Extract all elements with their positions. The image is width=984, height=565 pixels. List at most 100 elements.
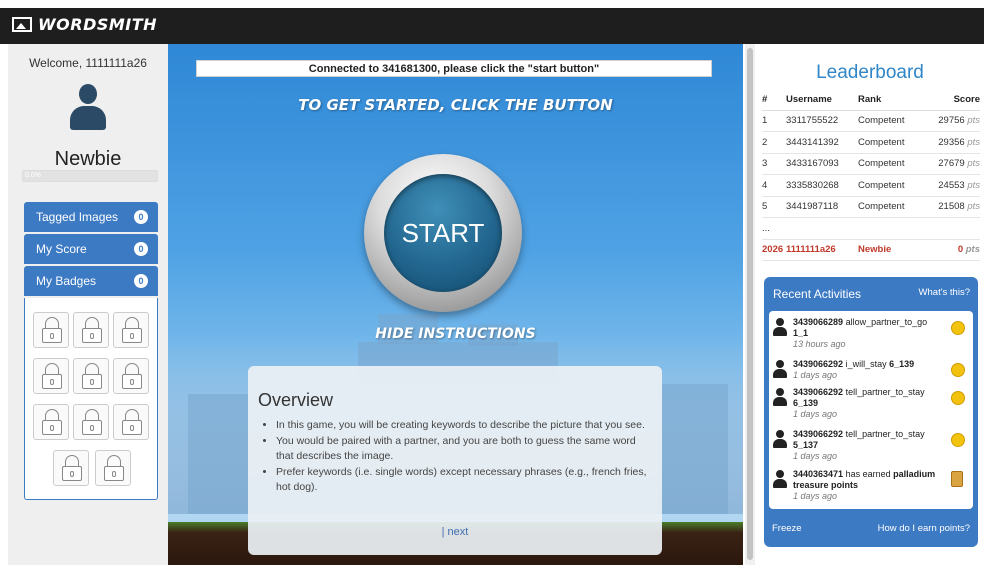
rank-number: 2 — [762, 131, 786, 154]
lock-icon[interactable] — [33, 312, 69, 348]
username: 3441987118 — [786, 196, 858, 218]
username: 3311755522 — [786, 110, 858, 132]
profile-sidebar: Welcome, 1111111a26 Newbie 0.0% Tagged I… — [8, 44, 168, 565]
score-cell: 24553 pts — [922, 174, 980, 197]
lock-icon[interactable] — [113, 312, 149, 348]
game-area: Connected to 341681300, please click the… — [168, 44, 743, 565]
score-cell: 29356 pts — [922, 131, 980, 154]
instruction-item: You would be paired with a partner, and … — [276, 434, 656, 464]
table-row: 2 3443141392 Competent 29356 pts — [762, 131, 980, 154]
coin-icon — [951, 321, 965, 335]
username: 3443141392 — [786, 131, 858, 154]
recent-activities-panel: Recent Activities What's this? 343906628… — [764, 277, 978, 547]
menu-my-score[interactable]: My Score 0 — [24, 234, 158, 264]
start-button[interactable]: START — [364, 154, 522, 312]
lock-icon[interactable] — [73, 358, 109, 394]
count-badge: 0 — [134, 274, 148, 288]
count-badge: 0 — [134, 210, 148, 224]
scrollbar-thumb[interactable] — [747, 48, 753, 560]
coin-icon — [951, 433, 965, 447]
menu-label: My Score — [36, 242, 87, 256]
freeze-link[interactable]: Freeze — [772, 523, 802, 534]
right-panel: Leaderboard # Username Rank Score 1 3311… — [756, 44, 984, 565]
activity-list: 3439066289 allow_partner_to_go 1_1 13 hou… — [769, 311, 973, 509]
recent-activities-title: Recent Activities — [773, 287, 862, 301]
user-icon — [773, 470, 787, 488]
progress-label: 0.0% — [25, 172, 41, 179]
app-logo[interactable]: WORDSMITH — [12, 15, 157, 34]
avatar — [70, 84, 106, 130]
table-header: # Username Rank Score — [762, 90, 980, 111]
menu-tagged-images[interactable]: Tagged Images 0 — [24, 202, 158, 232]
rank-cell: Competent — [858, 174, 922, 197]
overview-title: Overview — [258, 390, 334, 410]
app-title: WORDSMITH — [38, 15, 158, 34]
whats-this-link[interactable]: What's this? — [919, 287, 970, 298]
user-icon — [773, 388, 787, 406]
start-prompt: TO GET STARTED, CLICK THE BUTTON — [298, 96, 613, 114]
rank-number: 5 — [762, 196, 786, 218]
start-button-label: START — [384, 174, 502, 292]
rank-number: 2026 — [762, 239, 786, 261]
menu-label: My Badges — [36, 274, 97, 288]
scrollbar[interactable] — [745, 44, 755, 565]
lock-icon[interactable] — [53, 450, 89, 486]
table-row: 3 3433167093 Competent 27679 pts — [762, 153, 980, 175]
count-badge: 0 — [134, 242, 148, 256]
ellipsis-row: ... — [762, 217, 980, 240]
rank-cell: Competent — [858, 153, 922, 175]
leaderboard-title: Leaderboard — [816, 62, 924, 83]
current-user-row: 2026 1111111a26 Newbie 0 pts — [762, 239, 980, 261]
lock-icon[interactable] — [33, 358, 69, 394]
lock-icon[interactable] — [33, 404, 69, 440]
welcome-text: Welcome, 1111111a26 — [29, 56, 147, 70]
connection-status: Connected to 341681300, please click the… — [196, 60, 712, 77]
table-row: 1 3311755522 Competent 29756 pts — [762, 110, 980, 132]
treasure-icon — [951, 471, 963, 487]
rank-number: 3 — [762, 153, 786, 175]
rank-progress-bar: 0.0% — [22, 170, 158, 182]
image-icon — [12, 17, 32, 32]
column-header: Username — [786, 90, 858, 111]
score-cell: 29756 pts — [922, 110, 980, 132]
hide-instructions-link[interactable]: HIDE INSTRUCTIONS — [168, 326, 743, 342]
rank-number: 1 — [762, 110, 786, 132]
username: 1111111a26 — [786, 239, 858, 261]
lock-icon[interactable] — [113, 404, 149, 440]
list-item: 3439066289 allow_partner_to_go 1_1 13 hou… — [773, 317, 969, 350]
badges-grid — [24, 298, 158, 500]
lock-icon[interactable] — [73, 312, 109, 348]
user-rank: Newbie — [54, 148, 122, 170]
next-link[interactable]: | next — [248, 526, 662, 538]
rank-cell: Competent — [858, 110, 922, 132]
menu-label: Tagged Images — [36, 210, 119, 224]
list-item: 3439066292 tell_partner_to_stay 5_137 1 d… — [773, 429, 969, 462]
list-item: 3439066292 i_will_stay 6_139 1 days ago — [773, 359, 969, 381]
score-cell: 27679 pts — [922, 153, 980, 175]
lock-icon[interactable] — [73, 404, 109, 440]
how-to-earn-link[interactable]: How do I earn points? — [878, 523, 970, 534]
coin-icon — [951, 391, 965, 405]
column-header: # — [762, 90, 786, 111]
user-icon — [773, 430, 787, 448]
list-item: 3440363471 has earned palladium treasure… — [773, 469, 969, 502]
table-row: 5 3441987118 Competent 21508 pts — [762, 196, 980, 218]
rank-cell: Competent — [858, 196, 922, 218]
rank-cell: Newbie — [858, 239, 922, 261]
lock-icon[interactable] — [95, 450, 131, 486]
menu-my-badges[interactable]: My Badges 0 — [24, 266, 158, 296]
user-icon — [773, 318, 787, 336]
top-bar: WORDSMITH — [0, 8, 984, 44]
rank-cell: Competent — [858, 131, 922, 154]
user-icon — [773, 360, 787, 378]
lock-icon[interactable] — [113, 358, 149, 394]
list-item: 3439066292 tell_partner_to_stay 6_139 1 d… — [773, 387, 969, 420]
table-row: 4 3335830268 Competent 24553 pts — [762, 174, 980, 197]
score-cell: 21508 pts — [922, 196, 980, 218]
coin-icon — [951, 363, 965, 377]
username: 3335830268 — [786, 174, 858, 197]
column-header: Score — [922, 90, 980, 111]
leaderboard-table: # Username Rank Score 1 3311755522 Compe… — [762, 90, 980, 261]
username: 3433167093 — [786, 153, 858, 175]
instruction-item: In this game, you will be creating keywo… — [276, 418, 656, 433]
